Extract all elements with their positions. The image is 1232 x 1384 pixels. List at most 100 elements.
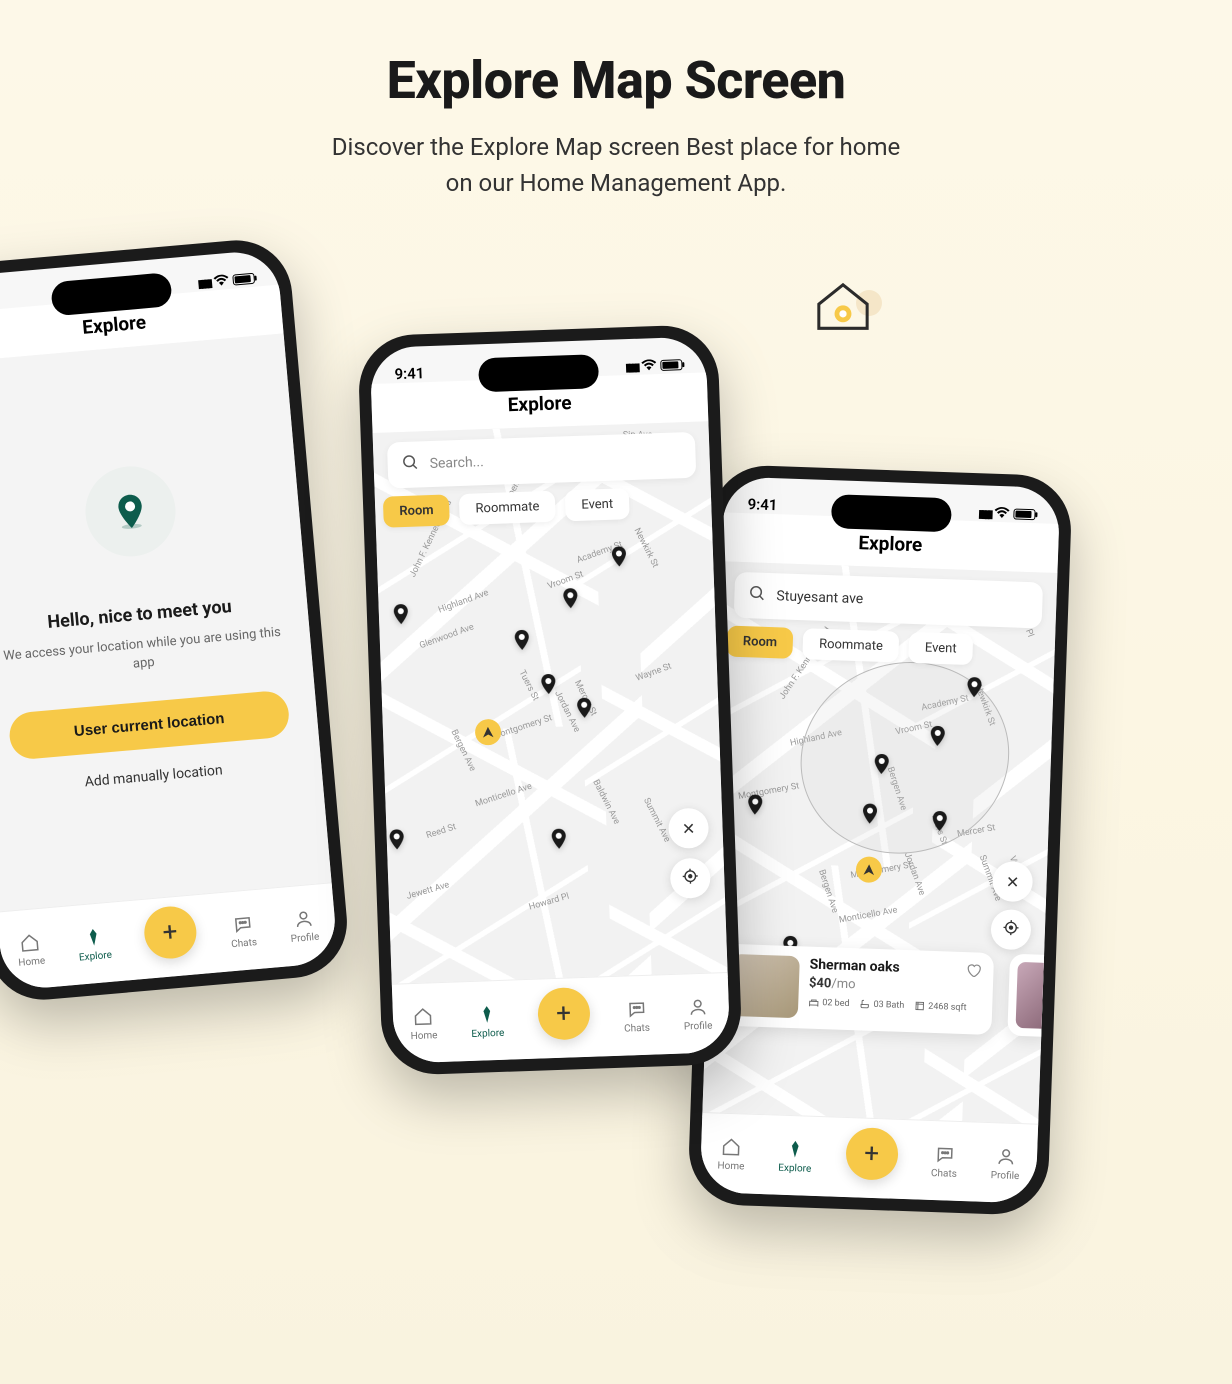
use-location-button[interactable]: User current location — [8, 689, 291, 760]
nav-home[interactable]: Home — [717, 1135, 745, 1172]
map-pin-icon[interactable] — [858, 801, 883, 826]
map-pin-icon[interactable] — [546, 826, 571, 851]
close-button[interactable]: ✕ — [992, 861, 1033, 902]
add-button[interactable]: + — [537, 986, 591, 1040]
add-button[interactable]: + — [845, 1127, 899, 1181]
profile-icon — [291, 906, 315, 930]
map[interactable]: Sip Ave Enos Pl Newkirk St Academy St Vr… — [702, 561, 1057, 1128]
map-pin-icon[interactable] — [509, 628, 534, 653]
chip-room[interactable]: Room — [383, 494, 450, 527]
nav-chats[interactable]: Chats — [623, 997, 650, 1034]
street-label: Monticello Ave — [838, 905, 898, 925]
crosshair-icon — [681, 867, 700, 890]
chip-event[interactable]: Event — [908, 632, 973, 665]
signal-icon — [197, 273, 211, 292]
map-pin-icon[interactable] — [572, 695, 597, 720]
map-pin-icon[interactable] — [389, 602, 414, 627]
area-icon — [914, 1000, 925, 1011]
add-manual-location-link[interactable]: Add manually location — [84, 762, 223, 790]
street-label: Newkirk St — [632, 527, 660, 570]
search-icon — [748, 584, 767, 607]
close-icon: ✕ — [1006, 872, 1020, 891]
listing-specs: 02 bed 03 Bath 2468 sqft — [808, 997, 982, 1014]
chat-icon — [933, 1143, 956, 1166]
street-label: Baldwin Ave — [590, 778, 621, 826]
nav-profile[interactable]: Profile — [288, 906, 320, 944]
greeting-subtitle: We access your location while you are us… — [2, 622, 284, 685]
street-label: Bergen Ave — [816, 868, 839, 914]
nav-home[interactable]: Home — [410, 1005, 438, 1042]
phone-mockup-2: 9:41 Explore Sip Ave Van Reypen St Newki… — [357, 324, 743, 1076]
search-input[interactable]: Search... — [387, 432, 696, 489]
map-pin-icon[interactable] — [869, 752, 894, 777]
search-area-highlight — [778, 638, 1032, 879]
street-label: Wayne St — [635, 662, 673, 684]
chip-event[interactable]: Event — [565, 488, 630, 521]
map-pin-icon[interactable] — [607, 544, 632, 569]
map-pin-icon[interactable] — [927, 809, 952, 834]
plus-icon: + — [864, 1138, 880, 1168]
listing-price: $40/mo — [809, 976, 983, 997]
chip-roommate[interactable]: Roommate — [459, 491, 556, 525]
bed-icon — [808, 997, 819, 1008]
wifi-icon — [213, 271, 230, 290]
street-label: Reed St — [425, 822, 457, 841]
profile-icon — [686, 995, 709, 1018]
greeting-title: Hello, nice to meet you — [47, 596, 233, 633]
map-pin-icon[interactable] — [925, 724, 950, 749]
map-pin-icon[interactable] — [962, 675, 987, 700]
signal-icon — [978, 503, 991, 521]
locate-button[interactable] — [990, 909, 1031, 950]
favorite-button[interactable] — [965, 962, 982, 983]
listing-card[interactable]: Sherman oaks $40/mo 02 bed 03 Bath 2468 … — [719, 944, 994, 1035]
home-icon — [18, 930, 42, 954]
chat-icon — [625, 997, 648, 1020]
nav-explore[interactable]: Explore — [470, 1002, 504, 1039]
street-label: Highland Ave — [437, 588, 490, 615]
profile-icon — [994, 1145, 1017, 1168]
listing-card-next[interactable] — [1007, 954, 1050, 1037]
map-pin-icon[interactable] — [558, 586, 583, 611]
battery-icon — [232, 272, 255, 285]
hero-subtitle: Discover the Explore Map screen Best pla… — [0, 129, 1232, 201]
chat-icon — [230, 912, 254, 936]
plus-icon: + — [556, 998, 572, 1028]
plus-icon: + — [161, 916, 178, 947]
nav-home[interactable]: Home — [16, 930, 46, 968]
wifi-icon — [994, 504, 1010, 523]
map-pin-icon[interactable] — [536, 672, 561, 697]
search-input[interactable]: Stuyesant ave — [734, 572, 1043, 629]
compass-icon[interactable] — [856, 856, 883, 883]
compass-icon[interactable] — [475, 719, 502, 746]
phone-notch — [478, 354, 599, 392]
bottom-nav: Home Explore + Chats Profile — [392, 972, 731, 1064]
home-icon — [412, 1005, 435, 1028]
locate-button[interactable] — [670, 858, 711, 899]
nav-explore[interactable]: Explore — [76, 924, 112, 963]
map[interactable]: Sip Ave Van Reypen St Newkirk St Academy… — [373, 421, 728, 988]
phone-mockup-1: 9:41 Explore Hello, nice to meet you We … — [0, 236, 352, 1005]
explore-icon — [784, 1137, 807, 1160]
street-label: Bergen Ave — [449, 728, 478, 773]
nav-chats[interactable]: Chats — [931, 1143, 958, 1180]
house-pin-icon — [814, 280, 872, 334]
phone-notch — [831, 494, 952, 532]
nav-explore[interactable]: Explore — [778, 1137, 812, 1174]
map-pin-icon[interactable] — [743, 792, 768, 817]
nav-chats[interactable]: Chats — [229, 912, 258, 950]
chip-room[interactable]: Room — [726, 626, 793, 659]
add-button[interactable]: + — [142, 904, 198, 960]
status-time: 9:41 — [394, 364, 424, 383]
close-button[interactable]: ✕ — [668, 808, 709, 849]
street-label: Summit Ave — [641, 796, 672, 843]
chip-roommate[interactable]: Roommate — [803, 628, 900, 662]
street-label: Howard Pl — [528, 892, 571, 913]
map-pin-icon[interactable] — [384, 827, 409, 852]
street-label: Jewett Ave — [405, 880, 450, 902]
battery-icon — [660, 359, 682, 371]
crosshair-icon — [1002, 918, 1021, 941]
bottom-nav: Home Explore + Chats Profile — [700, 1112, 1039, 1204]
close-icon: ✕ — [682, 819, 696, 838]
nav-profile[interactable]: Profile — [683, 995, 713, 1032]
nav-profile[interactable]: Profile — [991, 1145, 1021, 1182]
